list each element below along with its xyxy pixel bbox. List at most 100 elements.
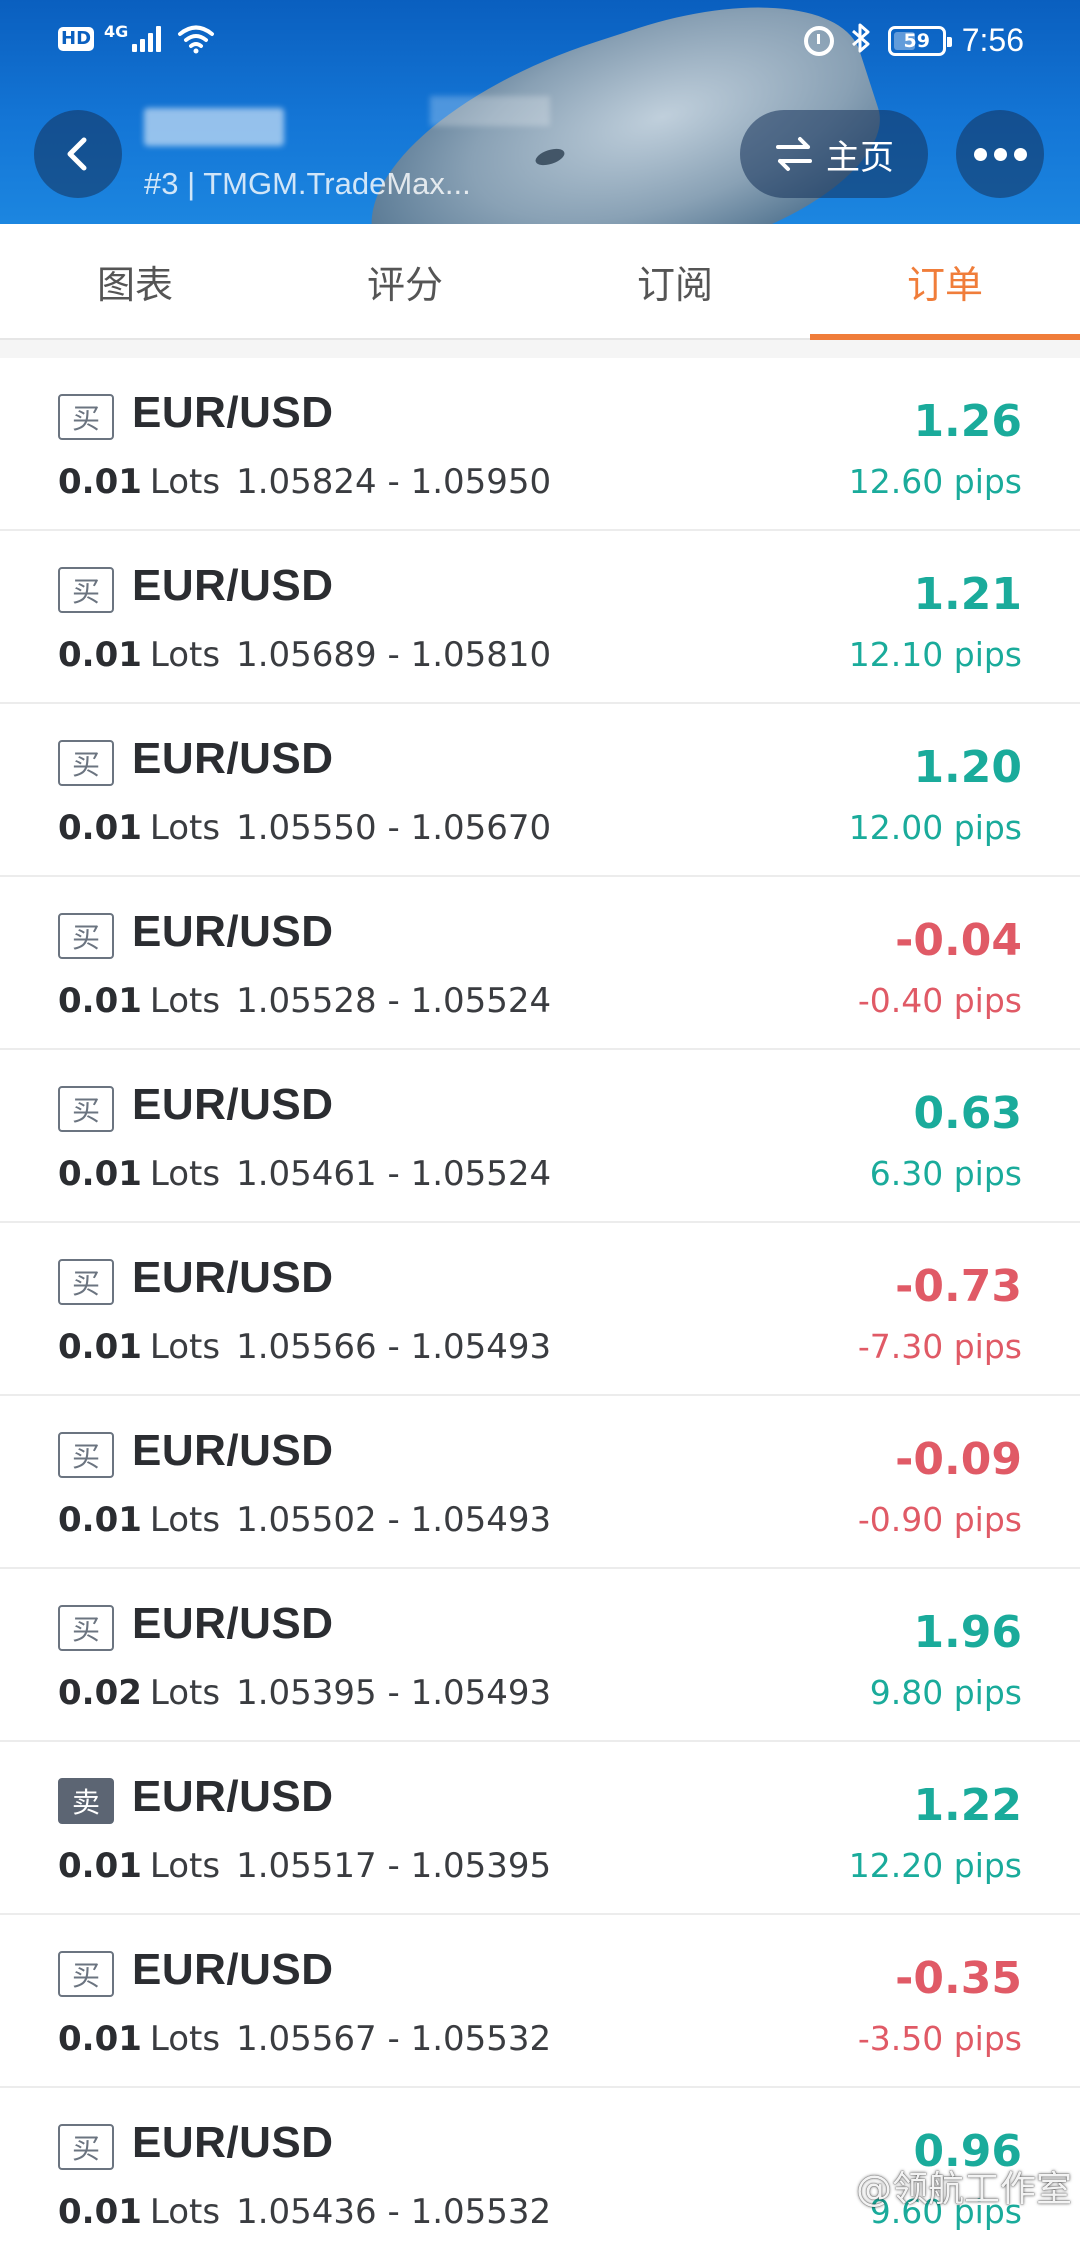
swap-icon bbox=[776, 137, 812, 171]
buy-badge: 买 bbox=[58, 1951, 114, 1997]
lots-unit: Lots bbox=[149, 981, 221, 1021]
order-lots: 0.01 bbox=[58, 1500, 142, 1540]
clock: 7:56 bbox=[961, 22, 1024, 58]
home-button[interactable]: 主页 bbox=[740, 110, 928, 198]
order-row[interactable]: 卖 EUR/USD 0.01 Lots 1.05517 - 1.05395 1.22… bbox=[0, 1742, 1080, 1915]
order-detail: 0.01 Lots 1.05824 - 1.05950 bbox=[58, 462, 551, 502]
order-prices: 1.05502 - 1.05493 bbox=[236, 1500, 552, 1540]
order-symbol: EUR/USD bbox=[132, 1426, 334, 1475]
signal-icon bbox=[132, 26, 162, 52]
order-prices: 1.05566 - 1.05493 bbox=[236, 1327, 552, 1367]
chevron-left-icon bbox=[67, 137, 87, 171]
header: HD 4G 59 7:56 #3 | TMGM.TradeMax... 主页 bbox=[0, 0, 1080, 224]
order-row[interactable]: 买 EUR/USD 0.01 Lots 1.05689 - 1.05810 1.21… bbox=[0, 531, 1080, 704]
buy-badge: 买 bbox=[58, 394, 114, 440]
order-row[interactable]: 买 EUR/USD 0.02 Lots 1.05395 - 1.05493 1.96… bbox=[0, 1569, 1080, 1742]
tab-label: 评分 bbox=[366, 262, 443, 307]
order-profit: -0.04 bbox=[895, 915, 1022, 966]
order-profit: 0.63 bbox=[913, 1088, 1022, 1139]
order-symbol: EUR/USD bbox=[132, 388, 334, 437]
order-detail: 0.02 Lots 1.05395 - 1.05493 bbox=[58, 1673, 551, 1713]
buy-badge: 买 bbox=[58, 1605, 114, 1651]
battery-level: 59 bbox=[903, 29, 930, 52]
status-bar: HD 4G 59 7:56 bbox=[0, 18, 1080, 66]
order-row[interactable]: 买 EUR/USD 0.01 Lots 1.05461 - 1.05524 0.63… bbox=[0, 1050, 1080, 1223]
watermark: @领航工作室 bbox=[855, 2169, 1072, 2210]
order-prices: 1.05461 - 1.05524 bbox=[236, 1154, 552, 1194]
order-detail: 0.01 Lots 1.05567 - 1.05532 bbox=[58, 2019, 551, 2059]
lots-unit: Lots bbox=[149, 1154, 221, 1194]
order-symbol: EUR/USD bbox=[132, 1080, 334, 1129]
order-profit: -0.35 bbox=[895, 1953, 1022, 2004]
order-profit: 1.26 bbox=[913, 396, 1022, 447]
order-prices: 1.05395 - 1.05493 bbox=[236, 1673, 552, 1713]
order-profit: 1.20 bbox=[913, 742, 1022, 793]
network-type: 4G bbox=[104, 22, 129, 41]
account-subtitle: #3 | TMGM.TradeMax... bbox=[144, 166, 471, 201]
lots-unit: Lots bbox=[149, 808, 221, 848]
order-prices: 1.05528 - 1.05524 bbox=[236, 981, 552, 1021]
order-detail: 0.01 Lots 1.05461 - 1.05524 bbox=[58, 1154, 551, 1194]
tab-label: 订阅 bbox=[636, 262, 713, 307]
order-prices: 1.05436 - 1.05532 bbox=[236, 2192, 552, 2232]
buy-badge: 买 bbox=[58, 2124, 114, 2170]
order-list: 买 EUR/USD 0.01 Lots 1.05824 - 1.05950 1.26… bbox=[0, 358, 1080, 2244]
order-pips: 12.60 pips bbox=[848, 462, 1022, 501]
tab-rating[interactable]: 评分 bbox=[270, 224, 540, 338]
order-prices: 1.05517 - 1.05395 bbox=[236, 1846, 552, 1886]
order-symbol: EUR/USD bbox=[132, 561, 334, 610]
order-row[interactable]: 买 EUR/USD 0.01 Lots 1.05528 - 1.05524 -0.0… bbox=[0, 877, 1080, 1050]
order-symbol: EUR/USD bbox=[132, 734, 334, 783]
bluetooth-icon bbox=[850, 22, 872, 59]
order-row[interactable]: 买 EUR/USD 0.01 Lots 1.05824 - 1.05950 1.26… bbox=[0, 358, 1080, 531]
order-lots: 0.01 bbox=[58, 1327, 142, 1367]
divider bbox=[0, 340, 1080, 358]
more-options-button[interactable] bbox=[956, 110, 1044, 198]
order-detail: 0.01 Lots 1.05689 - 1.05810 bbox=[58, 635, 551, 675]
order-lots: 0.01 bbox=[58, 981, 142, 1021]
order-prices: 1.05567 - 1.05532 bbox=[236, 2019, 552, 2059]
more-dot-icon bbox=[1013, 147, 1027, 161]
order-symbol: EUR/USD bbox=[132, 1599, 334, 1648]
tab-orders[interactable]: 订单 bbox=[810, 224, 1080, 340]
buy-badge: 买 bbox=[58, 1432, 114, 1478]
order-row[interactable]: 买 EUR/USD 0.01 Lots 1.05566 - 1.05493 -0.7… bbox=[0, 1223, 1080, 1396]
order-symbol: EUR/USD bbox=[132, 1945, 334, 1994]
order-profit: -0.73 bbox=[895, 1261, 1022, 1312]
order-symbol: EUR/USD bbox=[132, 1772, 334, 1821]
order-lots: 0.01 bbox=[58, 462, 142, 502]
lots-unit: Lots bbox=[149, 1846, 221, 1886]
order-row[interactable]: 买 EUR/USD 0.01 Lots 1.05550 - 1.05670 1.20… bbox=[0, 704, 1080, 877]
alarm-icon bbox=[803, 25, 834, 56]
lots-unit: Lots bbox=[149, 2192, 221, 2232]
lots-unit: Lots bbox=[149, 635, 221, 675]
battery-icon: 59 bbox=[887, 25, 952, 56]
order-lots: 0.01 bbox=[58, 808, 142, 848]
order-prices: 1.05689 - 1.05810 bbox=[236, 635, 552, 675]
lots-unit: Lots bbox=[149, 1500, 221, 1540]
sell-badge: 卖 bbox=[58, 1778, 114, 1824]
buy-badge: 买 bbox=[58, 913, 114, 959]
order-profit: 1.22 bbox=[913, 1780, 1022, 1831]
back-button[interactable] bbox=[34, 110, 122, 198]
order-pips: 12.10 pips bbox=[848, 635, 1022, 674]
tab-subscribe[interactable]: 订阅 bbox=[540, 224, 810, 338]
redacted-area bbox=[430, 96, 550, 126]
order-symbol: EUR/USD bbox=[132, 2118, 334, 2167]
lots-unit: Lots bbox=[149, 2019, 221, 2059]
more-dot-icon bbox=[973, 147, 987, 161]
more-dot-icon bbox=[993, 147, 1007, 161]
lots-unit: Lots bbox=[149, 1327, 221, 1367]
order-prices: 1.05824 - 1.05950 bbox=[236, 462, 552, 502]
tab-bar: 图表 评分 订阅 订单 bbox=[0, 224, 1080, 340]
lots-unit: Lots bbox=[149, 1673, 221, 1713]
order-pips: 12.00 pips bbox=[848, 808, 1022, 847]
order-row[interactable]: 买 EUR/USD 0.01 Lots 1.05567 - 1.05532 -0.3… bbox=[0, 1915, 1080, 2088]
order-row[interactable]: 买 EUR/USD 0.01 Lots 1.05502 - 1.05493 -0.0… bbox=[0, 1396, 1080, 1569]
order-detail: 0.01 Lots 1.05502 - 1.05493 bbox=[58, 1500, 551, 1540]
tab-label: 订单 bbox=[906, 262, 983, 307]
order-profit: -0.09 bbox=[895, 1434, 1022, 1485]
order-pips: 6.30 pips bbox=[869, 1154, 1022, 1193]
tab-chart[interactable]: 图表 bbox=[0, 224, 270, 338]
order-pips: -3.50 pips bbox=[857, 2019, 1022, 2058]
